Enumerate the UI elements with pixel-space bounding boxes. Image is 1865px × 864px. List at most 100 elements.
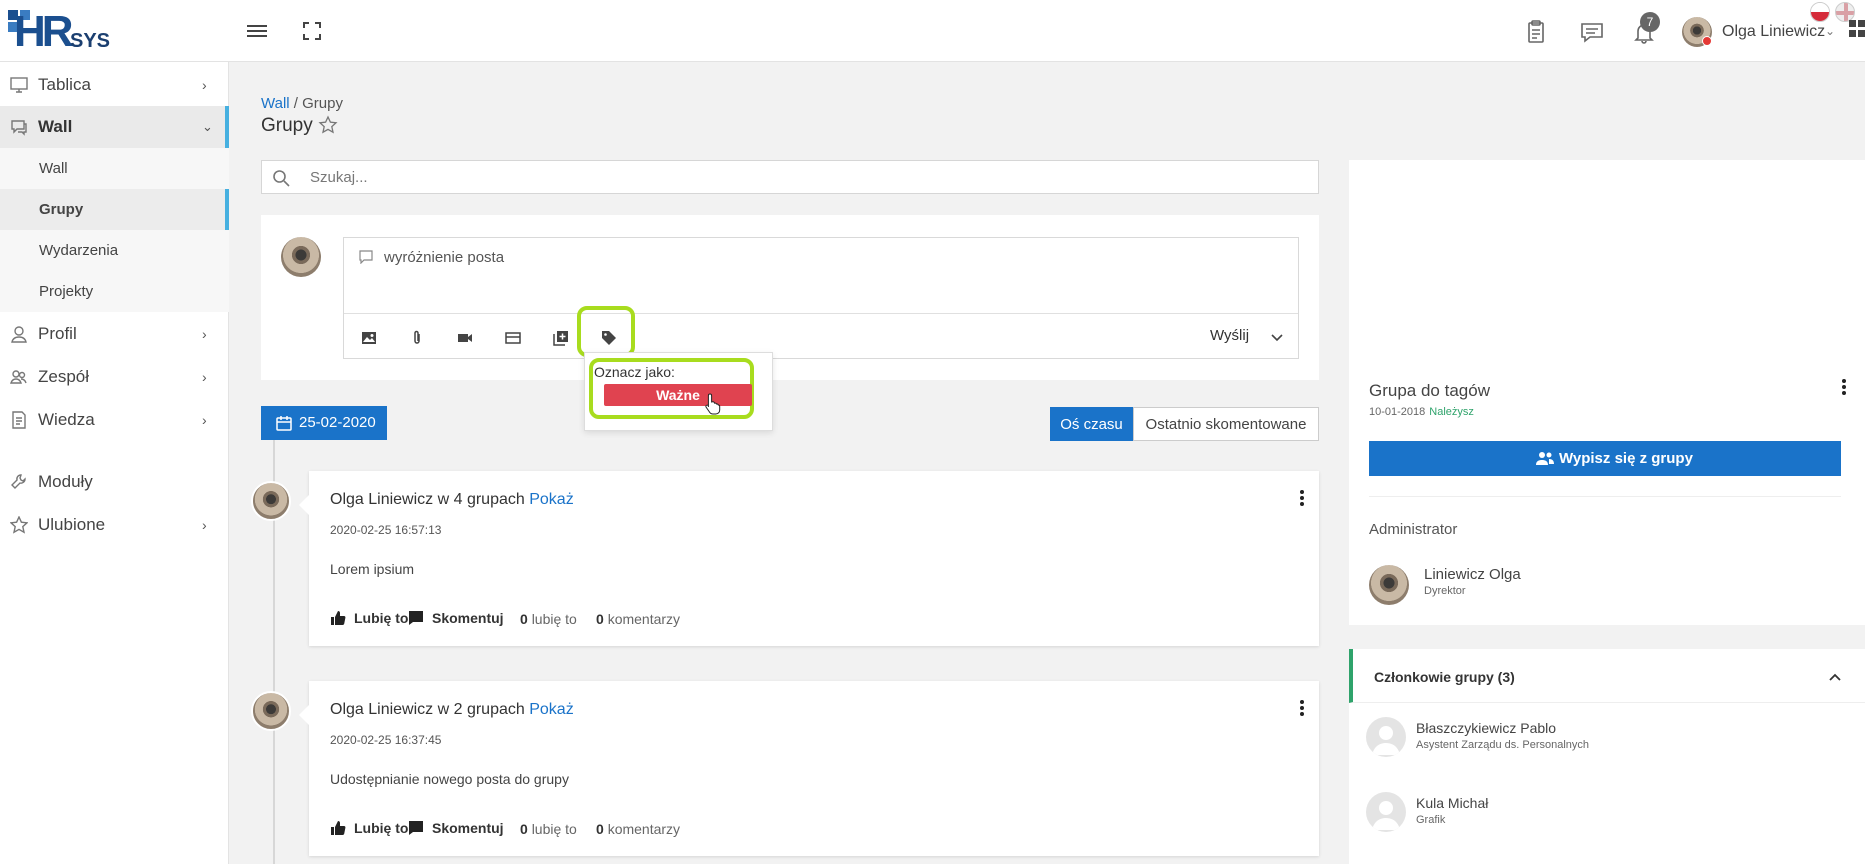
like-label: Lubię to <box>354 610 409 626</box>
post-body: Udostępnianie nowego posta do grupy <box>330 771 569 787</box>
chevron-up-icon[interactable] <box>1826 668 1844 686</box>
admin-name[interactable]: Liniewicz Olga <box>1424 566 1521 583</box>
chevron-down-icon[interactable] <box>1267 327 1287 347</box>
breadcrumb-wall-link[interactable]: Wall <box>261 95 290 112</box>
sidebar-subitem-wydarzenia[interactable]: Wydarzenia <box>0 230 229 271</box>
leave-group-button[interactable]: Wypisz się z grupy <box>1369 441 1841 476</box>
comment-icon <box>409 821 423 835</box>
composer-box: wyróżnienie posta <box>343 237 1299 359</box>
member-name[interactable]: Błaszczykiewicz Pablo <box>1416 720 1556 736</box>
post-text: wyróżnienie posta <box>384 249 505 266</box>
chevron-right-icon: › <box>202 369 207 385</box>
message-icon <box>1581 23 1603 43</box>
attach-file-button[interactable] <box>403 324 431 352</box>
tag-tool-highlight <box>577 306 635 357</box>
sidebar-item-label: Ulubione <box>38 515 106 534</box>
send-button[interactable]: Wyślij <box>1210 327 1249 344</box>
search-input[interactable] <box>310 161 1310 193</box>
date-filter-button[interactable]: 25-02-2020 <box>261 406 387 440</box>
sidebar-subitem-label: Projekty <box>39 283 94 300</box>
sidebar-item-wall[interactable]: Wall ⌄ <box>0 106 229 148</box>
more-vertical-icon[interactable] <box>1297 698 1307 718</box>
sidebar-item-tablica[interactable]: Tablica › <box>0 64 229 106</box>
add-video-button[interactable] <box>451 324 479 352</box>
thumbs-up-icon <box>331 611 346 625</box>
more-vertical-icon[interactable] <box>1839 377 1849 397</box>
post-author-avatar[interactable] <box>251 691 291 731</box>
sidebar-item-wiedza[interactable]: Wiedza › <box>0 399 229 441</box>
post-author-avatar[interactable] <box>251 481 291 521</box>
post-body: Lorem ipsium <box>330 561 415 577</box>
notification-badge: 7 <box>1640 12 1660 32</box>
member-avatar[interactable] <box>1366 717 1406 757</box>
users-icon <box>1536 452 1554 465</box>
comment-label: Skomentuj <box>432 610 504 626</box>
flag-en-icon[interactable] <box>1835 2 1855 22</box>
logo-hr: HR <box>14 7 74 56</box>
like-button[interactable]: Lubię to <box>330 610 408 626</box>
logo-sys: SYS <box>70 30 111 52</box>
clipboard-button[interactable] <box>1522 18 1550 46</box>
member-avatar[interactable] <box>1366 792 1406 832</box>
fullscreen-icon <box>303 22 321 40</box>
sidebar-subitem-wall[interactable]: Wall <box>0 148 229 189</box>
comment-button[interactable]: Skomentuj <box>408 820 504 836</box>
breadcrumb-separator: / <box>289 95 303 112</box>
admin-avatar[interactable] <box>1369 565 1409 605</box>
user-menu-name[interactable]: Olga Liniewicz <box>1722 23 1825 41</box>
messages-button[interactable] <box>1578 18 1606 46</box>
tab-timeline[interactable]: Oś czasu <box>1050 407 1133 441</box>
flag-pl-icon[interactable] <box>1810 2 1830 22</box>
like-button[interactable]: Lubię to <box>330 820 408 836</box>
tab-recently-commented[interactable]: Ostatnio skomentowane <box>1133 407 1319 441</box>
grid-shape <box>1849 20 1865 37</box>
chevron-down-icon[interactable]: ⌄ <box>1825 24 1835 38</box>
members-title: Członkowie grupy (3) <box>1374 669 1515 685</box>
sidebar-item-label: Wiedza <box>38 410 95 429</box>
likes-suffix: lubię to <box>531 821 577 837</box>
fullscreen-button[interactable] <box>299 18 325 44</box>
comments-suffix: komentarzy <box>607 821 681 837</box>
menu-toggle-button[interactable] <box>244 18 270 44</box>
post-timestamp: 2020-02-25 16:37:45 <box>330 733 442 747</box>
add-card-button[interactable] <box>499 324 527 352</box>
sidebar-item-moduly[interactable]: Moduły <box>0 461 229 503</box>
comments-suffix: komentarzy <box>607 611 681 627</box>
breadcrumb: Wall / Grupy <box>261 95 343 112</box>
clipboard-icon <box>1528 20 1544 43</box>
search-icon <box>273 170 290 187</box>
search-bar <box>261 160 1319 194</box>
sidebar-item-ulubione[interactable]: Ulubione › <box>0 504 229 546</box>
apps-grid-icon[interactable] <box>1849 20 1865 40</box>
comment-icon <box>409 611 423 625</box>
chat-icon <box>11 120 27 136</box>
add-image-button[interactable] <box>355 324 383 352</box>
wrench-icon <box>11 474 26 489</box>
user-icon <box>11 326 27 343</box>
video-icon <box>458 334 472 342</box>
comments-number: 0 <box>596 611 604 627</box>
sidebar-subitem-grupy[interactable]: Grupy <box>0 189 229 230</box>
more-vertical-icon[interactable] <box>1297 488 1307 508</box>
chevron-right-icon: › <box>202 77 207 93</box>
thumbs-up-icon <box>331 821 346 835</box>
tag-important-button[interactable]: Ważne <box>604 384 752 406</box>
favorite-star-icon[interactable] <box>318 115 338 135</box>
post-show-groups-link[interactable]: Pokaż <box>529 491 573 508</box>
sidebar-item-profil[interactable]: Profil › <box>0 313 229 355</box>
comments-count: 0 komentarzy <box>596 821 680 837</box>
member-name[interactable]: Kula Michał <box>1416 795 1488 811</box>
comment-label: Skomentuj <box>432 820 504 836</box>
hrsys-logo[interactable]: HR SYS <box>8 7 111 56</box>
comment-button[interactable]: Skomentuj <box>408 610 504 626</box>
likes-count: 0 lubię to <box>520 611 577 627</box>
calendar-icon <box>276 416 292 431</box>
add-gallery-button[interactable] <box>547 324 575 352</box>
divider <box>1369 496 1841 497</box>
post-text-input[interactable]: wyróżnienie posta <box>344 238 1298 314</box>
sidebar-item-zespol[interactable]: Zespół › <box>0 356 229 398</box>
sidebar-subitem-projekty[interactable]: Projekty <box>0 271 229 312</box>
chevron-down-icon: ⌄ <box>202 119 213 134</box>
group-date: 10-01-2018 Należysz <box>1369 406 1474 418</box>
post-show-groups-link[interactable]: Pokaż <box>529 701 573 718</box>
